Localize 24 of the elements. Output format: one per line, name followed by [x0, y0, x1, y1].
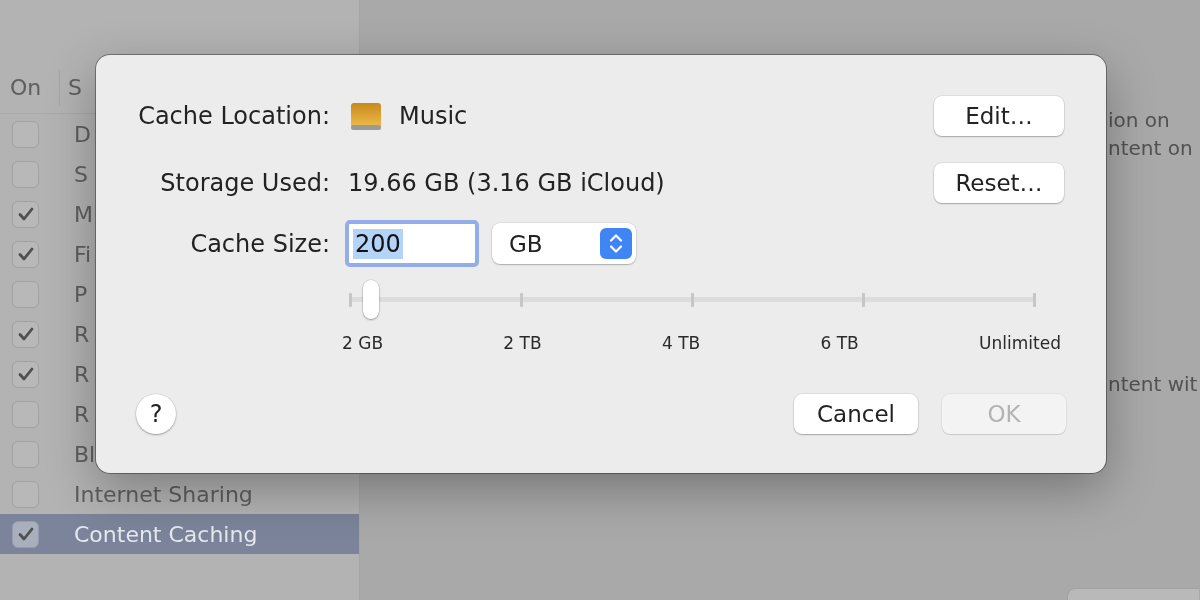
service-name: Bl	[74, 441, 96, 467]
service-name: Internet Sharing	[74, 481, 253, 507]
description-text: ntent wit	[1108, 371, 1199, 398]
service-name: R	[74, 361, 90, 387]
service-name: D	[74, 121, 91, 147]
service-name: Fi	[74, 241, 92, 267]
tick-label: Unlimited	[979, 333, 1061, 353]
service-name: Content Caching	[74, 521, 258, 547]
tick-label: 6 TB	[820, 333, 859, 353]
service-name: P	[74, 281, 88, 307]
field-label: Cache Size:	[189, 229, 330, 258]
service-name: M	[74, 201, 93, 227]
tick-label: 2 GB	[342, 333, 384, 353]
description-text: ntent on	[1108, 135, 1194, 162]
field-label: Storage Used:	[159, 169, 330, 197]
description-text: ion on	[1108, 107, 1171, 134]
service-name: S	[74, 161, 88, 187]
field-label: Cache Location:	[137, 102, 330, 130]
service-name: R	[74, 401, 90, 427]
service-name: R	[74, 321, 90, 347]
storage-value: 19.66 GB (3.16 GB iCloud)	[348, 169, 665, 197]
tick-label: 4 TB	[661, 333, 701, 353]
tick-label: 2 TB	[503, 333, 542, 353]
location-name: Music	[399, 102, 468, 130]
